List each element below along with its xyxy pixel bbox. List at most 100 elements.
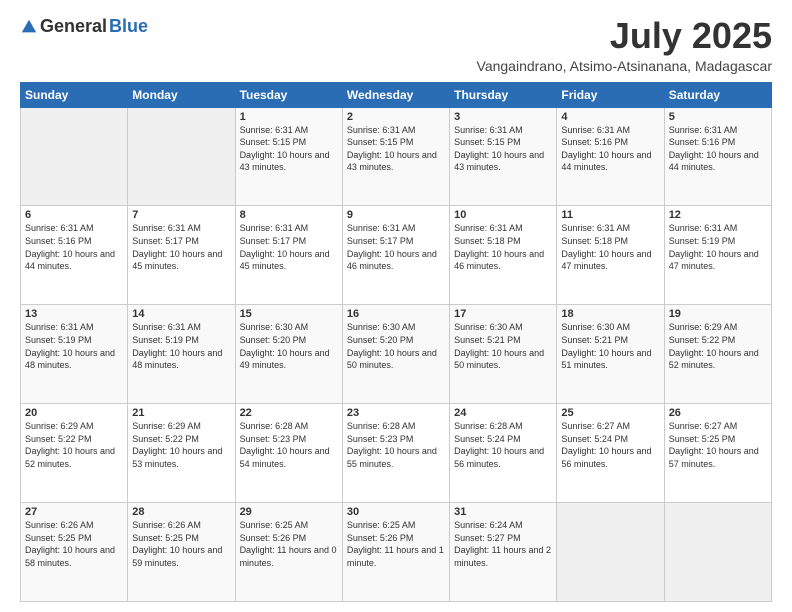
day-number: 26 bbox=[669, 407, 767, 419]
logo-blue: Blue bbox=[109, 16, 148, 37]
day-number: 21 bbox=[132, 407, 230, 419]
calendar-cell: 16Sunrise: 6:30 AM Sunset: 5:20 PM Dayli… bbox=[342, 305, 449, 404]
day-detail: Sunrise: 6:31 AM Sunset: 5:19 PM Dayligh… bbox=[669, 222, 767, 272]
calendar-cell: 30Sunrise: 6:25 AM Sunset: 5:26 PM Dayli… bbox=[342, 503, 449, 602]
calendar-week-3: 20Sunrise: 6:29 AM Sunset: 5:22 PM Dayli… bbox=[21, 404, 772, 503]
calendar-header-monday: Monday bbox=[128, 82, 235, 107]
main-title: July 2025 bbox=[477, 16, 772, 56]
logo-icon bbox=[20, 18, 38, 36]
calendar-cell: 17Sunrise: 6:30 AM Sunset: 5:21 PM Dayli… bbox=[450, 305, 557, 404]
calendar-cell: 19Sunrise: 6:29 AM Sunset: 5:22 PM Dayli… bbox=[664, 305, 771, 404]
calendar-cell: 4Sunrise: 6:31 AM Sunset: 5:16 PM Daylig… bbox=[557, 107, 664, 206]
day-number: 8 bbox=[240, 209, 338, 221]
day-detail: Sunrise: 6:31 AM Sunset: 5:16 PM Dayligh… bbox=[669, 124, 767, 174]
calendar-cell bbox=[664, 503, 771, 602]
subtitle: Vangaindrano, Atsimo-Atsinanana, Madagas… bbox=[477, 58, 772, 74]
day-detail: Sunrise: 6:31 AM Sunset: 5:17 PM Dayligh… bbox=[347, 222, 445, 272]
calendar-cell: 7Sunrise: 6:31 AM Sunset: 5:17 PM Daylig… bbox=[128, 206, 235, 305]
day-detail: Sunrise: 6:31 AM Sunset: 5:15 PM Dayligh… bbox=[454, 124, 552, 174]
calendar-cell: 13Sunrise: 6:31 AM Sunset: 5:19 PM Dayli… bbox=[21, 305, 128, 404]
calendar-header-friday: Friday bbox=[557, 82, 664, 107]
calendar-header-wednesday: Wednesday bbox=[342, 82, 449, 107]
calendar-cell: 6Sunrise: 6:31 AM Sunset: 5:16 PM Daylig… bbox=[21, 206, 128, 305]
day-number: 31 bbox=[454, 506, 552, 518]
day-detail: Sunrise: 6:28 AM Sunset: 5:23 PM Dayligh… bbox=[347, 420, 445, 470]
logo: General Blue bbox=[20, 16, 148, 37]
calendar-header-thursday: Thursday bbox=[450, 82, 557, 107]
day-number: 15 bbox=[240, 308, 338, 320]
day-detail: Sunrise: 6:30 AM Sunset: 5:21 PM Dayligh… bbox=[454, 321, 552, 371]
day-number: 20 bbox=[25, 407, 123, 419]
day-detail: Sunrise: 6:31 AM Sunset: 5:16 PM Dayligh… bbox=[25, 222, 123, 272]
day-detail: Sunrise: 6:31 AM Sunset: 5:16 PM Dayligh… bbox=[561, 124, 659, 174]
calendar-header-row: SundayMondayTuesdayWednesdayThursdayFrid… bbox=[21, 82, 772, 107]
logo-general: General bbox=[40, 16, 107, 37]
calendar-cell: 21Sunrise: 6:29 AM Sunset: 5:22 PM Dayli… bbox=[128, 404, 235, 503]
day-detail: Sunrise: 6:25 AM Sunset: 5:26 PM Dayligh… bbox=[347, 519, 445, 569]
calendar-cell: 31Sunrise: 6:24 AM Sunset: 5:27 PM Dayli… bbox=[450, 503, 557, 602]
calendar-cell bbox=[128, 107, 235, 206]
calendar-cell: 24Sunrise: 6:28 AM Sunset: 5:24 PM Dayli… bbox=[450, 404, 557, 503]
calendar-cell bbox=[21, 107, 128, 206]
day-number: 5 bbox=[669, 111, 767, 123]
day-number: 11 bbox=[561, 209, 659, 221]
day-number: 27 bbox=[25, 506, 123, 518]
calendar-cell: 22Sunrise: 6:28 AM Sunset: 5:23 PM Dayli… bbox=[235, 404, 342, 503]
day-detail: Sunrise: 6:25 AM Sunset: 5:26 PM Dayligh… bbox=[240, 519, 338, 569]
calendar: SundayMondayTuesdayWednesdayThursdayFrid… bbox=[20, 82, 772, 602]
day-number: 30 bbox=[347, 506, 445, 518]
day-number: 24 bbox=[454, 407, 552, 419]
calendar-cell: 12Sunrise: 6:31 AM Sunset: 5:19 PM Dayli… bbox=[664, 206, 771, 305]
calendar-week-4: 27 Sunrise: 6:26 AM Sunset: 5:25 PM Dayli… bbox=[21, 503, 772, 602]
calendar-cell: 14Sunrise: 6:31 AM Sunset: 5:19 PM Dayli… bbox=[128, 305, 235, 404]
calendar-cell: 23Sunrise: 6:28 AM Sunset: 5:23 PM Dayli… bbox=[342, 404, 449, 503]
calendar-cell: 8Sunrise: 6:31 AM Sunset: 5:17 PM Daylig… bbox=[235, 206, 342, 305]
day-number: 12 bbox=[669, 209, 767, 221]
day-number: 2 bbox=[347, 111, 445, 123]
day-number: 14 bbox=[132, 308, 230, 320]
calendar-cell bbox=[557, 503, 664, 602]
calendar-cell: 10Sunrise: 6:31 AM Sunset: 5:18 PM Dayli… bbox=[450, 206, 557, 305]
calendar-cell: 25Sunrise: 6:27 AM Sunset: 5:24 PM Dayli… bbox=[557, 404, 664, 503]
day-detail: Sunrise: 6:31 AM Sunset: 5:17 PM Dayligh… bbox=[240, 222, 338, 272]
day-detail: Sunrise: 6:30 AM Sunset: 5:20 PM Dayligh… bbox=[240, 321, 338, 371]
day-detail: Sunrise: 6:31 AM Sunset: 5:17 PM Dayligh… bbox=[132, 222, 230, 272]
calendar-week-1: 6Sunrise: 6:31 AM Sunset: 5:16 PM Daylig… bbox=[21, 206, 772, 305]
day-detail: Sunrise: 6:29 AM Sunset: 5:22 PM Dayligh… bbox=[25, 420, 123, 470]
day-detail: Sunrise: 6:31 AM Sunset: 5:19 PM Dayligh… bbox=[132, 321, 230, 371]
day-number: 25 bbox=[561, 407, 659, 419]
header: General Blue July 2025 Vangaindrano, Ats… bbox=[20, 16, 772, 74]
day-number: 23 bbox=[347, 407, 445, 419]
day-number: 7 bbox=[132, 209, 230, 221]
day-detail: Sunrise: 6:27 AM Sunset: 5:24 PM Dayligh… bbox=[561, 420, 659, 470]
day-number: 29 bbox=[240, 506, 338, 518]
day-number: 16 bbox=[347, 308, 445, 320]
day-detail: Sunrise: 6:28 AM Sunset: 5:23 PM Dayligh… bbox=[240, 420, 338, 470]
calendar-cell: 28Sunrise: 6:26 AM Sunset: 5:25 PM Dayli… bbox=[128, 503, 235, 602]
day-detail: Sunrise: 6:29 AM Sunset: 5:22 PM Dayligh… bbox=[132, 420, 230, 470]
day-detail: Sunrise: 6:28 AM Sunset: 5:24 PM Dayligh… bbox=[454, 420, 552, 470]
calendar-cell: 20Sunrise: 6:29 AM Sunset: 5:22 PM Dayli… bbox=[21, 404, 128, 503]
day-number: 10 bbox=[454, 209, 552, 221]
page: General Blue July 2025 Vangaindrano, Ats… bbox=[0, 0, 792, 612]
day-number: 17 bbox=[454, 308, 552, 320]
day-detail: Sunrise: 6:26 AM Sunset: 5:25 PM Dayligh… bbox=[132, 519, 230, 569]
title-section: July 2025 Vangaindrano, Atsimo-Atsinanan… bbox=[477, 16, 772, 74]
day-number: 3 bbox=[454, 111, 552, 123]
day-number: 22 bbox=[240, 407, 338, 419]
calendar-week-2: 13Sunrise: 6:31 AM Sunset: 5:19 PM Dayli… bbox=[21, 305, 772, 404]
day-detail: Sunrise: 6:31 AM Sunset: 5:19 PM Dayligh… bbox=[25, 321, 123, 371]
day-detail: Sunrise: 6:30 AM Sunset: 5:21 PM Dayligh… bbox=[561, 321, 659, 371]
calendar-cell: 15Sunrise: 6:30 AM Sunset: 5:20 PM Dayli… bbox=[235, 305, 342, 404]
day-detail: Sunrise: 6:30 AM Sunset: 5:20 PM Dayligh… bbox=[347, 321, 445, 371]
calendar-cell: 9Sunrise: 6:31 AM Sunset: 5:17 PM Daylig… bbox=[342, 206, 449, 305]
day-number: 1 bbox=[240, 111, 338, 123]
day-number: 4 bbox=[561, 111, 659, 123]
calendar-week-0: 1Sunrise: 6:31 AM Sunset: 5:15 PM Daylig… bbox=[21, 107, 772, 206]
calendar-cell: 26Sunrise: 6:27 AM Sunset: 5:25 PM Dayli… bbox=[664, 404, 771, 503]
day-number: 18 bbox=[561, 308, 659, 320]
day-detail: Sunrise: 6:31 AM Sunset: 5:18 PM Dayligh… bbox=[561, 222, 659, 272]
calendar-cell: 3Sunrise: 6:31 AM Sunset: 5:15 PM Daylig… bbox=[450, 107, 557, 206]
day-detail: Sunrise: 6:31 AM Sunset: 5:15 PM Dayligh… bbox=[240, 124, 338, 174]
day-number: 28 bbox=[132, 506, 230, 518]
